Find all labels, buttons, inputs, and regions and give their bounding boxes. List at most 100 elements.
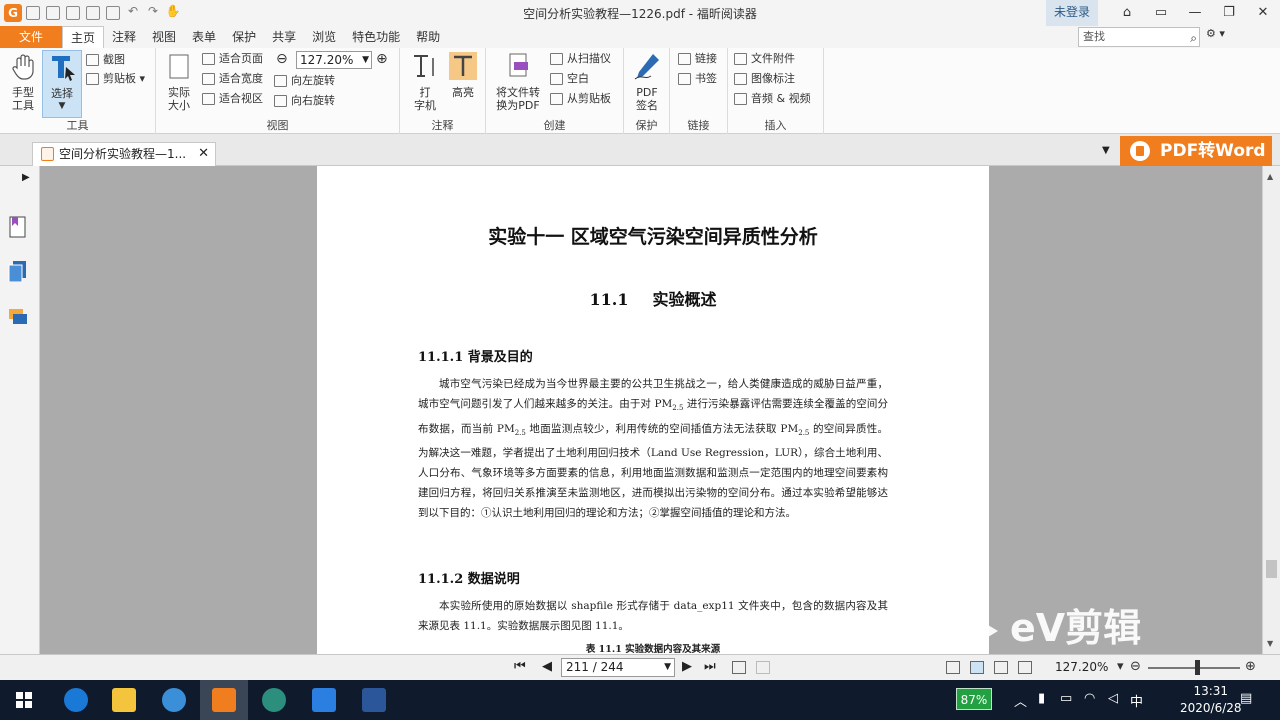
maximize-button[interactable]: ❐ — [1212, 0, 1246, 26]
taskbar-search-app[interactable] — [250, 680, 298, 720]
typewriter-button[interactable]: 打 字机 — [408, 52, 442, 112]
tab-help[interactable]: 帮助 — [408, 26, 448, 48]
rotate-left-button[interactable]: 向左旋转 — [274, 72, 335, 90]
page-number-input[interactable]: 211 / 244 ▼ — [561, 658, 675, 677]
start-button[interactable] — [0, 680, 48, 720]
scan-icon[interactable] — [86, 6, 100, 20]
audio-video-button[interactable]: 音频 & 视频 — [734, 90, 811, 108]
tab-protect[interactable]: 保护 — [224, 26, 264, 48]
facing-view-icon[interactable] — [994, 661, 1008, 674]
pdf-to-word-button[interactable]: PDF转Word — [1120, 136, 1272, 166]
taskbar-app-l[interactable] — [150, 680, 198, 720]
status-zoom-value[interactable]: 127.20% — [1055, 660, 1108, 674]
clipboard-button[interactable]: 剪贴板 ▾ — [86, 70, 145, 88]
screenshot-button[interactable]: 截图 — [86, 51, 125, 69]
document-viewport[interactable]: 实验十一 区域空气污染空间异质性分析 11.1 实验概述 11.1.1 背景及目的… — [40, 166, 1262, 654]
comments-panel-icon[interactable] — [8, 306, 28, 328]
close-button[interactable]: ✕ — [1246, 0, 1280, 26]
blank-button[interactable]: 空白 — [550, 70, 589, 88]
hand-tool-quick-icon[interactable]: ✋ — [164, 4, 182, 22]
image-annotation-button[interactable]: 图像标注 — [734, 70, 795, 88]
search-input[interactable]: 查找 ⌕ — [1078, 27, 1200, 47]
minimize-button[interactable]: — — [1178, 0, 1212, 26]
zoom-slider-thumb[interactable] — [1195, 660, 1200, 675]
tab-list-dropdown-icon[interactable]: ▼ — [1102, 145, 1110, 156]
select-dropdown-icon[interactable]: ▼ — [43, 100, 81, 113]
print-icon[interactable] — [66, 6, 80, 20]
zoom-in-icon[interactable]: ⊕ — [376, 50, 388, 68]
login-button[interactable]: 未登录 — [1046, 0, 1098, 26]
microphone-icon[interactable]: ▮ — [1038, 691, 1045, 706]
next-view-icon[interactable] — [756, 661, 770, 674]
notification-icon[interactable]: ▤ — [1240, 691, 1252, 706]
restore-ribbon-icon[interactable]: ▭ — [1144, 0, 1178, 26]
save-icon[interactable] — [46, 6, 60, 20]
battery-indicator[interactable]: 87% — [956, 688, 992, 710]
scroll-down-icon[interactable]: ▼ — [1267, 639, 1273, 648]
tray-chevron-icon[interactable]: ︿ — [1014, 691, 1027, 710]
bookmark-button[interactable]: 书签 — [678, 70, 717, 88]
tab-file[interactable]: 文件 — [0, 26, 62, 48]
taskbar-explorer[interactable] — [100, 680, 148, 720]
expand-panel-icon[interactable]: ▶ — [22, 172, 30, 183]
open-icon[interactable] — [26, 6, 40, 20]
document-tab[interactable]: 空间分析实验教程—1... ✕ — [32, 142, 216, 166]
skin-icon[interactable]: ⌂ — [1110, 0, 1144, 26]
wifi-icon[interactable]: ◠ — [1084, 691, 1095, 706]
system-clock[interactable]: 13:31 2020/6/28 — [1180, 683, 1242, 717]
file-attachment-button[interactable]: 文件附件 — [734, 50, 795, 68]
zoom-select[interactable]: 127.20% ▼ — [296, 51, 372, 69]
ime-indicator[interactable]: 中 — [1130, 691, 1143, 710]
convert-to-pdf-button[interactable]: 将文件转 换为PDF — [492, 52, 544, 112]
tab-home[interactable]: 主页 — [62, 26, 105, 48]
zoom-dropdown-status-icon[interactable]: ▾ — [1117, 659, 1124, 674]
fit-page-button[interactable]: 适合页面 — [202, 50, 263, 68]
highlight-button[interactable]: 高亮 — [446, 52, 480, 99]
tab-form[interactable]: 表单 — [184, 26, 224, 48]
last-page-icon[interactable]: ⏭ — [704, 659, 716, 674]
taskbar-word[interactable] — [350, 680, 398, 720]
volume-icon[interactable]: ◁ — [1108, 691, 1118, 706]
tab-browse[interactable]: 浏览 — [304, 26, 344, 48]
previous-view-icon[interactable] — [732, 661, 746, 674]
link-button[interactable]: 链接 — [678, 50, 717, 68]
search-icon[interactable]: ⌕ — [1190, 29, 1197, 47]
continuous-view-icon[interactable] — [970, 661, 984, 674]
hand-tool-button[interactable]: 手型 工具 — [6, 52, 40, 112]
taskbar-ev-recorder[interactable] — [300, 680, 348, 720]
bookmark-panel-icon[interactable] — [8, 216, 28, 238]
next-page-icon[interactable]: ▶ — [682, 659, 692, 674]
undo-icon[interactable]: ↶ — [124, 4, 142, 22]
vertical-scrollbar[interactable]: ▲ ▼ — [1262, 166, 1280, 654]
redo-icon[interactable]: ↷ — [144, 4, 162, 22]
single-page-view-icon[interactable] — [946, 661, 960, 674]
pdf-page[interactable]: 实验十一 区域空气污染空间异质性分析 11.1 实验概述 11.1.1 背景及目的… — [317, 166, 989, 654]
page-dropdown-icon[interactable]: ▼ — [664, 659, 671, 676]
tab-view[interactable]: 视图 — [144, 26, 184, 48]
pdf-sign-button[interactable]: PDF 签名 — [630, 52, 664, 112]
fit-visible-button[interactable]: 适合视区 — [202, 90, 263, 108]
zoom-slider-track[interactable] — [1148, 667, 1240, 669]
previous-page-icon[interactable]: ◀ — [542, 659, 552, 674]
zoom-dropdown-icon[interactable]: ▼ — [362, 52, 369, 68]
tab-comment[interactable]: 注释 — [104, 26, 144, 48]
first-page-icon[interactable]: ⏮ — [514, 659, 526, 674]
from-scanner-button[interactable]: 从扫描仪 — [550, 50, 611, 68]
foxit-logo-icon[interactable]: G — [4, 4, 22, 22]
from-clipboard-button[interactable]: 从剪贴板 — [550, 90, 611, 108]
tab-features[interactable]: 特色功能 — [344, 26, 408, 48]
new-icon[interactable] — [106, 6, 120, 20]
settings-icon[interactable]: ⚙ ▾ — [1206, 27, 1225, 40]
rotate-right-button[interactable]: 向右旋转 — [274, 92, 335, 110]
continuous-facing-view-icon[interactable] — [1018, 661, 1032, 674]
scroll-up-icon[interactable]: ▲ — [1267, 172, 1273, 181]
taskbar-foxit[interactable] — [200, 680, 248, 720]
tab-share[interactable]: 共享 — [264, 26, 304, 48]
taskbar-edge[interactable] — [52, 680, 100, 720]
fit-width-button[interactable]: 适合宽度 — [202, 70, 263, 88]
zoom-out-icon[interactable]: ⊖ — [276, 50, 288, 68]
select-tool-button[interactable]: 选择 ▼ — [42, 50, 82, 118]
pages-panel-icon[interactable] — [8, 260, 28, 282]
battery-tray-icon[interactable]: ▭ — [1060, 691, 1072, 706]
close-tab-icon[interactable]: ✕ — [198, 143, 209, 165]
